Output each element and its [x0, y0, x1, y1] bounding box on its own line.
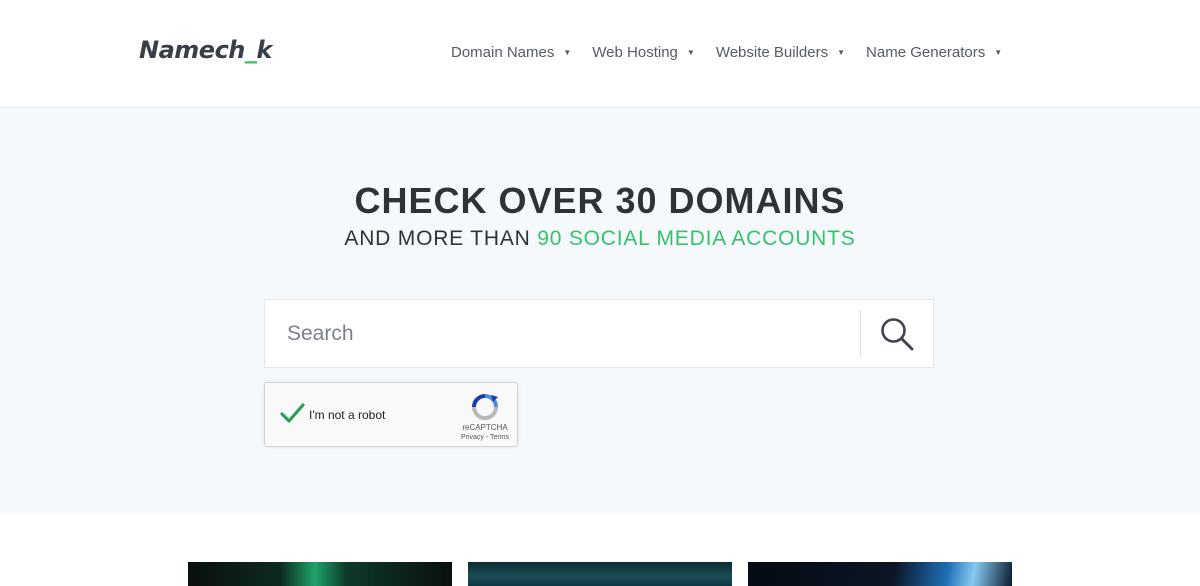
- caret-down-icon: ▼: [563, 48, 572, 57]
- logo-prefix: Namech: [139, 36, 245, 64]
- headline-light: CHECK OVER: [354, 180, 616, 221]
- recaptcha-label: I'm not a robot: [309, 408, 386, 422]
- nav-item-label: Website Builders: [715, 44, 829, 61]
- search-icon: [881, 317, 914, 350]
- caret-down-icon: ▼: [994, 48, 1003, 57]
- search-box: [264, 299, 934, 368]
- recaptcha-widget: I'm not a robot reCAPTCHA Privacy - Term…: [264, 382, 518, 447]
- search-button[interactable]: [861, 300, 933, 367]
- caret-down-icon: ▼: [837, 48, 846, 57]
- subline-plain: AND MORE THAN: [344, 227, 538, 250]
- nav-item-domain-names[interactable]: Domain Names ▼: [451, 44, 571, 61]
- headline-bold: 30 DOMAINS: [615, 180, 846, 221]
- nav-item-label: Domain Names: [451, 44, 555, 61]
- recaptcha-links[interactable]: Privacy - Terms: [451, 434, 519, 441]
- hero-subline: AND MORE THAN 90 SOCIAL MEDIA ACCOUNTS: [0, 227, 1200, 251]
- nav-item-name-generators[interactable]: Name Generators ▼: [866, 44, 1002, 61]
- feature-card-image-2[interactable]: [468, 562, 732, 586]
- nav-item-website-builders[interactable]: Website Builders ▼: [716, 44, 845, 61]
- recaptcha-logo-icon: [472, 394, 498, 420]
- search-input[interactable]: [265, 300, 859, 367]
- site-logo[interactable]: Namech_k: [139, 36, 272, 64]
- logo-suffix: k: [256, 36, 272, 64]
- recaptcha-brand: reCAPTCHA: [462, 423, 508, 432]
- caret-down-icon: ▼: [686, 48, 695, 57]
- logo-underscore: _: [244, 36, 257, 64]
- nav-item-label: Web Hosting: [592, 44, 678, 61]
- nav-item-web-hosting[interactable]: Web Hosting ▼: [592, 44, 695, 61]
- main-nav: Domain Names ▼ Web Hosting ▼ Website Bui…: [451, 44, 1023, 61]
- site-header: Namech_k Domain Names ▼ Web Hosting ▼ We…: [0, 0, 1200, 108]
- nav-item-label: Name Generators: [866, 44, 986, 61]
- hero-headline: CHECK OVER 30 DOMAINS: [0, 180, 1200, 222]
- feature-card-image-3[interactable]: [748, 562, 1012, 586]
- subline-accent: 90 SOCIAL MEDIA ACCOUNTS: [537, 227, 856, 250]
- feature-card-image-1[interactable]: [188, 562, 452, 586]
- recaptcha-checkbox[interactable]: [279, 400, 305, 426]
